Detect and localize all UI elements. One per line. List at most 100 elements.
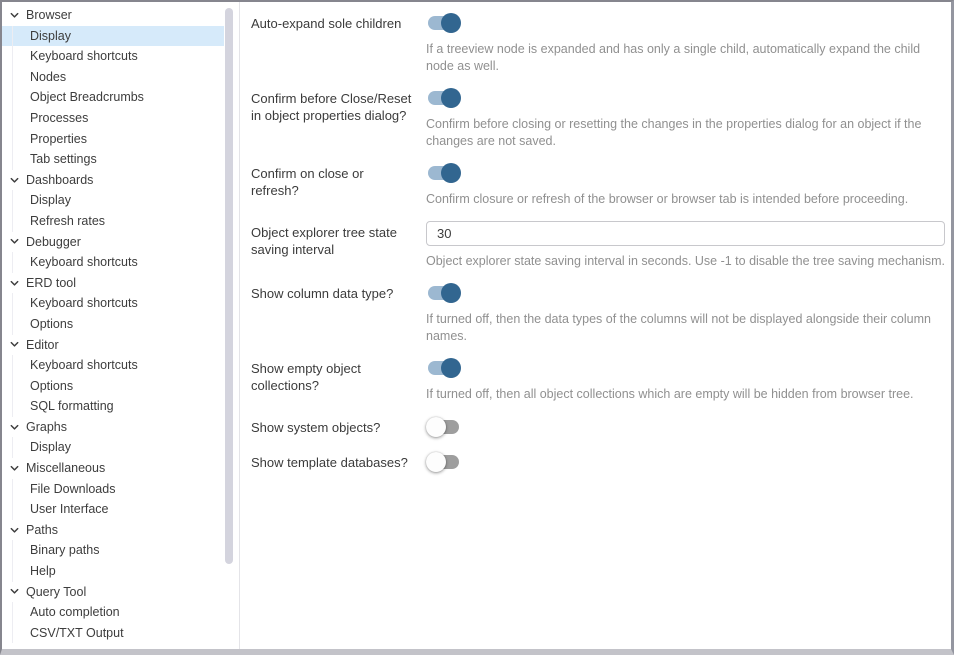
setting-label: Show template databases? bbox=[251, 451, 426, 471]
tree-group-label: Editor bbox=[26, 335, 59, 356]
tree-child-item[interactable]: Properties bbox=[2, 129, 224, 150]
tree-child-item[interactable]: Keyboard shortcuts bbox=[2, 355, 224, 376]
settings-panel: Auto-expand sole children If a treeview … bbox=[240, 2, 951, 649]
setting-label: Auto-expand sole children bbox=[251, 12, 426, 32]
tree-child-item[interactable]: User Interface bbox=[2, 499, 224, 520]
tree-child-label: Keyboard shortcuts bbox=[30, 355, 138, 376]
tree-child-item[interactable]: Display bbox=[2, 437, 224, 458]
chevron-down-icon[interactable] bbox=[9, 422, 21, 433]
tree-child-item[interactable]: Display bbox=[2, 26, 224, 47]
tree-group-item[interactable]: Miscellaneous bbox=[2, 458, 224, 479]
tree-child-item[interactable]: Tab settings bbox=[2, 149, 224, 170]
chevron-down-icon[interactable] bbox=[9, 236, 21, 247]
tree-child-item[interactable]: Object Breadcrumbs bbox=[2, 87, 224, 108]
tree-child-item[interactable]: Help bbox=[2, 561, 224, 582]
tree-child-label: File Downloads bbox=[30, 479, 115, 500]
tree-child-item[interactable]: Auto completion bbox=[2, 602, 224, 623]
toggle-thumb bbox=[441, 88, 461, 108]
tree-group-label: Dashboards bbox=[26, 170, 93, 191]
sidebar-scrollbar-track[interactable] bbox=[225, 2, 233, 649]
tree-child-item[interactable]: Nodes bbox=[2, 67, 224, 88]
tree-child-label: Binary paths bbox=[30, 540, 99, 561]
setting-control-area: Confirm before closing or resetting the … bbox=[426, 87, 945, 149]
chevron-down-icon[interactable] bbox=[9, 586, 21, 597]
tree-child-label: Refresh rates bbox=[30, 211, 105, 232]
tree-child-label: CSV/TXT Output bbox=[30, 623, 124, 644]
setting-control-area bbox=[426, 416, 945, 438]
tree-child-item[interactable]: Processes bbox=[2, 108, 224, 129]
setting-row: Confirm before Close/Reset in object pro… bbox=[251, 87, 945, 149]
setting-label: Confirm on close or refresh? bbox=[251, 162, 426, 199]
tree-group-item[interactable]: Browser bbox=[2, 5, 224, 26]
toggle-switch[interactable] bbox=[426, 282, 462, 304]
setting-control-area: If turned off, then the data types of th… bbox=[426, 282, 945, 344]
setting-label: Show column data type? bbox=[251, 282, 426, 302]
sidebar-scrollbar-thumb[interactable] bbox=[225, 8, 233, 564]
setting-control-area: If turned off, then all object collectio… bbox=[426, 357, 945, 403]
tree-group-item[interactable]: Graphs bbox=[2, 417, 224, 438]
toggle-thumb bbox=[426, 452, 446, 472]
toggle-switch[interactable] bbox=[426, 87, 462, 109]
chevron-down-icon[interactable] bbox=[9, 339, 21, 350]
tree-child-label: Display bbox=[30, 26, 71, 47]
toggle-switch[interactable] bbox=[426, 12, 462, 34]
chevron-down-icon[interactable] bbox=[9, 175, 21, 186]
interval-input[interactable] bbox=[426, 221, 945, 246]
toggle-switch[interactable] bbox=[426, 416, 462, 438]
toggle-switch[interactable] bbox=[426, 451, 462, 473]
tree-group-item[interactable]: Editor bbox=[2, 335, 224, 356]
setting-control-area: If a treeview node is expanded and has o… bbox=[426, 12, 945, 74]
tree-group-label: Debugger bbox=[26, 232, 81, 253]
toggle-switch[interactable] bbox=[426, 357, 462, 379]
tree-child-item[interactable]: Keyboard shortcuts bbox=[2, 46, 224, 67]
setting-help-text: Confirm before closing or resetting the … bbox=[426, 116, 945, 149]
tree-child-label: Help bbox=[30, 561, 56, 582]
tree-child-label: Processes bbox=[30, 108, 88, 129]
setting-row: Show template databases? bbox=[251, 451, 945, 473]
tree-group-label: ERD tool bbox=[26, 273, 76, 294]
setting-row: Show system objects? bbox=[251, 416, 945, 438]
setting-label: Show empty object collections? bbox=[251, 357, 426, 394]
chevron-down-icon[interactable] bbox=[9, 278, 21, 289]
chevron-down-icon[interactable] bbox=[9, 463, 21, 474]
tree-child-item[interactable]: CSV/TXT Output bbox=[2, 623, 224, 644]
tree-group-item[interactable]: Query Tool bbox=[2, 582, 224, 603]
tree-child-item[interactable]: Refresh rates bbox=[2, 211, 224, 232]
tree-child-label: Tab settings bbox=[30, 149, 97, 170]
toggle-switch[interactable] bbox=[426, 162, 462, 184]
chevron-down-icon[interactable] bbox=[9, 525, 21, 536]
setting-row: Object explorer tree state saving interv… bbox=[251, 221, 945, 270]
tree-child-item[interactable]: Binary paths bbox=[2, 540, 224, 561]
tree-child-label: Keyboard shortcuts bbox=[30, 293, 138, 314]
chevron-down-icon[interactable] bbox=[9, 10, 21, 21]
tree-child-item[interactable]: Options bbox=[2, 314, 224, 335]
tree-child-label: Keyboard shortcuts bbox=[30, 252, 138, 273]
tree-group-item[interactable]: ERD tool bbox=[2, 273, 224, 294]
tree-child-label: Keyboard shortcuts bbox=[30, 46, 138, 67]
tree-child-label: Options bbox=[30, 314, 73, 335]
setting-help-text: If turned off, then all object collectio… bbox=[426, 386, 945, 403]
setting-row: Show empty object collections? If turned… bbox=[251, 357, 945, 403]
tree-group-item[interactable]: Dashboards bbox=[2, 170, 224, 191]
setting-row: Confirm on close or refresh? Confirm clo… bbox=[251, 162, 945, 208]
tree-child-item[interactable]: Keyboard shortcuts bbox=[2, 252, 224, 273]
tree-child-label: SQL formatting bbox=[30, 396, 114, 417]
tree-child-item[interactable]: Options bbox=[2, 376, 224, 397]
setting-help-text: If turned off, then the data types of th… bbox=[426, 311, 945, 344]
preferences-panel: Browser Display Keyboard shortcuts Nodes… bbox=[0, 0, 954, 655]
tree-child-item[interactable]: Display bbox=[2, 190, 224, 211]
tree-group-item[interactable]: Paths bbox=[2, 520, 224, 541]
tree-group-label: Miscellaneous bbox=[26, 458, 105, 479]
tree-child-item[interactable]: File Downloads bbox=[2, 479, 224, 500]
tree-group-item[interactable]: Debugger bbox=[2, 232, 224, 253]
tree-child-label: Auto completion bbox=[30, 602, 120, 623]
setting-label: Confirm before Close/Reset in object pro… bbox=[251, 87, 426, 124]
preferences-tree: Browser Display Keyboard shortcuts Nodes… bbox=[2, 2, 240, 649]
tree-group-label: Query Tool bbox=[26, 582, 86, 603]
tree-child-item[interactable]: SQL formatting bbox=[2, 396, 224, 417]
toggle-thumb bbox=[426, 417, 446, 437]
tree-child-label: Display bbox=[30, 190, 71, 211]
tree-child-item[interactable]: Keyboard shortcuts bbox=[2, 293, 224, 314]
setting-control-area bbox=[426, 451, 945, 473]
setting-control-area: Object explorer state saving interval in… bbox=[426, 221, 945, 270]
